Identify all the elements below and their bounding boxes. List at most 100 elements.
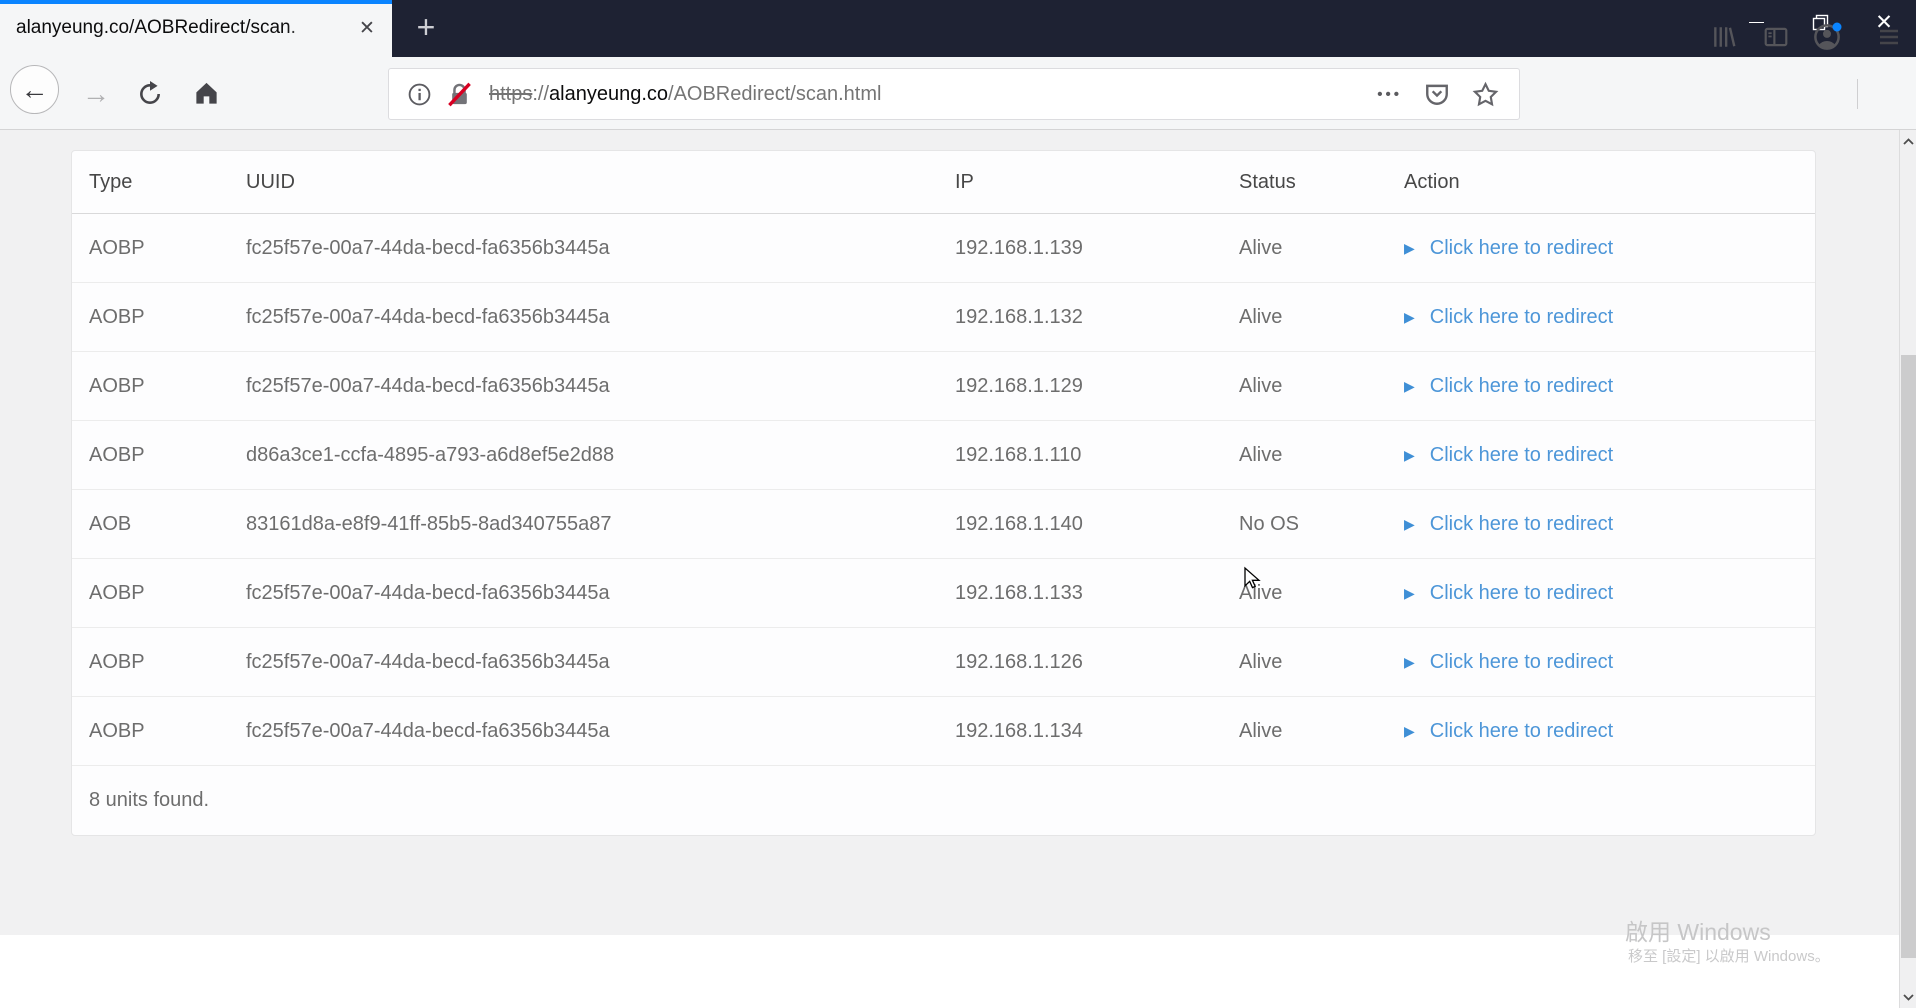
table-body: AOBP fc25f57e-00a7-44da-becd-fa6356b3445a…	[72, 214, 1815, 766]
status-cell: Alive	[1239, 443, 1283, 466]
page-actions-icon[interactable]: •••	[1377, 86, 1402, 103]
table-row: AOBP d86a3ce1-ccfa-4895-a793-a6d8ef5e2d88…	[72, 421, 1815, 490]
chevron-down-icon	[1903, 993, 1914, 1001]
bookmark-star-icon[interactable]	[1472, 81, 1499, 108]
ip-cell: 192.168.1.140	[955, 512, 1083, 535]
sidebar-icon	[1764, 27, 1788, 46]
insecure-lock-icon[interactable]	[446, 81, 473, 108]
ip-cell: 192.168.1.132	[955, 305, 1083, 328]
column-header: Action	[1404, 170, 1460, 193]
type-cell: AOBP	[89, 236, 145, 259]
home-button[interactable]	[182, 57, 230, 130]
ip-cell: 192.168.1.139	[955, 236, 1083, 259]
uuid-cell: fc25f57e-00a7-44da-becd-fa6356b3445a	[246, 236, 610, 259]
forward-button[interactable]: →	[72, 57, 120, 130]
ip-cell: 192.168.1.133	[955, 581, 1083, 604]
table-row: AOBP fc25f57e-00a7-44da-becd-fa6356b3445a…	[72, 559, 1815, 628]
units-found-text: 8 units found.	[89, 789, 210, 811]
scrollbar-thumb[interactable]	[1901, 355, 1916, 958]
ip-cell: 192.168.1.129	[955, 374, 1083, 397]
ip-cell: 192.168.1.134	[955, 719, 1083, 742]
redirect-link[interactable]: Click here to redirect	[1430, 306, 1613, 329]
toolbar-divider	[1857, 79, 1858, 109]
table-row: AOBP fc25f57e-00a7-44da-becd-fa6356b3445a…	[72, 214, 1815, 283]
table-row: AOBP fc25f57e-00a7-44da-becd-fa6356b3445a…	[72, 628, 1815, 697]
url-separator: ://	[532, 82, 550, 105]
redirect-arrow-icon: ▶	[1404, 654, 1415, 670]
type-cell: AOBP	[89, 650, 145, 673]
page-content: If your NAS is not listed, which means t…	[0, 130, 1899, 1008]
uuid-cell: fc25f57e-00a7-44da-becd-fa6356b3445a	[246, 305, 610, 328]
url-domain: alanyeung.co	[549, 82, 669, 105]
sidebar-toggle-button[interactable]	[1755, 0, 1797, 73]
uuid-cell: fc25f57e-00a7-44da-becd-fa6356b3445a	[246, 581, 610, 604]
redirect-link[interactable]: Click here to redirect	[1430, 375, 1613, 398]
browser-tab[interactable]: alanyeung.co/AOBRedirect/scan. ✕	[0, 0, 392, 57]
redirect-arrow-icon: ▶	[1404, 447, 1415, 463]
uuid-cell: fc25f57e-00a7-44da-becd-fa6356b3445a	[246, 650, 610, 673]
table-row: AOBP fc25f57e-00a7-44da-becd-fa6356b3445a…	[72, 352, 1815, 421]
scroll-up-button[interactable]	[1900, 130, 1916, 152]
account-icon	[1814, 22, 1842, 50]
back-button[interactable]: ←	[10, 65, 59, 114]
forward-arrow-icon: →	[82, 77, 110, 109]
new-tab-button[interactable]: +	[406, 8, 446, 48]
results-table: Type UUID IP Status Action AOBP fc25f57e-00a7…	[71, 150, 1816, 836]
status-cell: Alive	[1239, 719, 1283, 742]
column-header: Type	[89, 170, 133, 193]
action-cell: ▶ Click here to redirect	[1404, 306, 1815, 329]
status-cell: No OS	[1239, 512, 1300, 535]
url-scheme: https	[489, 82, 533, 105]
reload-button[interactable]	[126, 57, 174, 130]
back-arrow-icon: ←	[20, 73, 49, 105]
site-info-icon[interactable]	[407, 82, 432, 107]
bottom-section: If your NAS is not listed, which means t…	[0, 935, 1899, 1008]
uuid-cell: 83161d8a-e8f9-41ff-85b5-8ad340755a87	[246, 512, 612, 535]
url-path: /AOBRedirect/scan.html	[668, 82, 882, 105]
tab-close-icon[interactable]: ✕	[352, 14, 382, 44]
url-text: https://alanyeung.co/AOBRedirect/scan.ht…	[489, 83, 881, 106]
scroll-down-button[interactable]	[1900, 986, 1916, 1008]
column-header: Status	[1239, 170, 1296, 193]
pocket-icon[interactable]	[1424, 81, 1450, 107]
action-cell: ▶ Click here to redirect	[1404, 720, 1815, 743]
hamburger-menu-icon	[1880, 29, 1898, 44]
activate-windows-watermark: 啟用 Windows	[1625, 919, 1771, 945]
ip-cell: 192.168.1.110	[955, 443, 1082, 466]
column-header: UUID	[246, 170, 295, 193]
redirect-arrow-icon: ▶	[1404, 309, 1415, 325]
library-button[interactable]	[1703, 0, 1745, 73]
account-button[interactable]	[1805, 0, 1849, 73]
menu-button[interactable]	[1868, 0, 1910, 73]
redirect-arrow-icon: ▶	[1404, 516, 1415, 532]
table-row: AOBP fc25f57e-00a7-44da-becd-fa6356b3445a…	[72, 283, 1815, 352]
library-icon	[1714, 26, 1736, 47]
redirect-link[interactable]: Click here to redirect	[1430, 237, 1613, 260]
uuid-cell: d86a3ce1-ccfa-4895-a793-a6d8ef5e2d88	[246, 443, 615, 466]
redirect-arrow-icon: ▶	[1404, 378, 1415, 394]
redirect-link[interactable]: Click here to redirect	[1430, 444, 1613, 467]
titlebar: alanyeung.co/AOBRedirect/scan. ✕ + ✕	[0, 0, 1916, 57]
reload-icon	[140, 80, 160, 104]
type-cell: AOBP	[89, 443, 145, 466]
redirect-link[interactable]: Click here to redirect	[1430, 513, 1613, 536]
redirect-arrow-icon: ▶	[1404, 585, 1415, 601]
status-cell: Alive	[1239, 650, 1283, 673]
action-cell: ▶ Click here to redirect	[1404, 375, 1815, 398]
status-cell: Alive	[1239, 374, 1283, 397]
vertical-scrollbar[interactable]	[1899, 130, 1916, 1008]
action-cell: ▶ Click here to redirect	[1404, 651, 1815, 674]
type-cell: AOBP	[89, 374, 145, 397]
redirect-link[interactable]: Click here to redirect	[1430, 582, 1613, 605]
type-cell: AOBP	[89, 719, 145, 742]
url-bar[interactable]: https://alanyeung.co/AOBRedirect/scan.ht…	[388, 68, 1520, 120]
tab-title-fade	[286, 4, 346, 57]
summary-row: 8 units found.	[72, 766, 1815, 835]
redirect-link[interactable]: Click here to redirect	[1430, 720, 1613, 743]
redirect-arrow-icon: ▶	[1404, 723, 1415, 739]
table-row: AOBP fc25f57e-00a7-44da-becd-fa6356b3445a…	[72, 697, 1815, 766]
activate-windows-watermark-sub: 移至 [設定] 以啟用 Windows。	[1628, 948, 1830, 965]
redirect-link[interactable]: Click here to redirect	[1430, 651, 1613, 674]
column-header: IP	[955, 170, 974, 193]
action-cell: ▶ Click here to redirect	[1404, 582, 1815, 605]
